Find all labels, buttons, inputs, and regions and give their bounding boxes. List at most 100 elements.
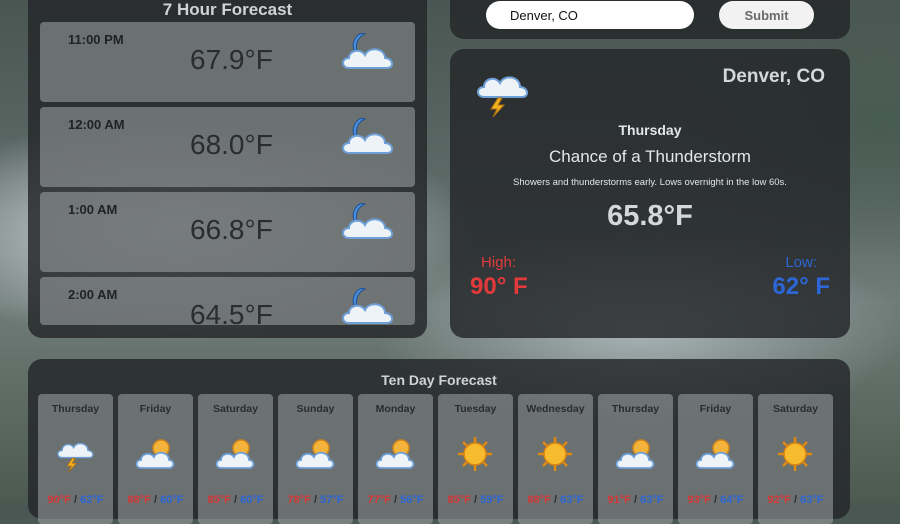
high-value: 90° F [470, 273, 528, 300]
hourly-card: 12:00 AM 68.0°F [40, 107, 415, 187]
day-temps: 77°F / 56°F [358, 494, 433, 506]
day-high: 88°F [527, 494, 551, 506]
partly-cloudy-icon [135, 436, 175, 472]
day-low: 60°F [160, 494, 184, 506]
temp-separator: / [633, 494, 638, 506]
hour-time: 12:00 AM [68, 117, 125, 132]
day-card: Sunday 78°F / 57°F [278, 394, 353, 524]
hour-time: 11:00 PM [68, 32, 124, 47]
current-day: Thursday [618, 122, 682, 138]
day-high: 92°F [767, 494, 791, 506]
partly-cloudy-icon [295, 436, 335, 472]
day-high: 77°F [367, 494, 391, 506]
day-name: Thursday [611, 403, 660, 415]
day-name: Sunday [296, 403, 335, 415]
low-label: Low: [785, 254, 817, 271]
day-temps: 93°F / 64°F [678, 494, 753, 506]
thunderstorm-icon [474, 67, 530, 117]
ten-day-forecast-panel: Ten Day Forecast Thursday 90°F / 62°F Fr… [28, 359, 850, 524]
sun-icon [775, 436, 815, 472]
current-city: Denver, CO [722, 66, 825, 87]
day-temps: 78°F / 57°F [278, 494, 353, 506]
day-name: Thursday [51, 403, 100, 415]
current-temperature: 65.8°F [607, 200, 693, 232]
temp-separator: / [473, 494, 478, 506]
current-description: Showers and thunderstorms early. Lows ov… [513, 177, 787, 188]
day-low: 62°F [80, 494, 104, 506]
day-name: Saturday [773, 403, 818, 415]
temp-separator: / [233, 494, 238, 506]
temp-separator: / [313, 494, 318, 506]
moon-cloud-icon [337, 115, 397, 161]
temp-separator: / [713, 494, 718, 506]
day-high: 85°F [207, 494, 231, 506]
current-condition: Chance of a Thunderstorm [549, 147, 751, 166]
hour-time: 2:00 AM [68, 287, 118, 302]
hourly-forecast-panel: 7 Hour Forecast 11:00 PM 67.9°F 12:00 AM… [28, 0, 427, 338]
day-low: 63°F [800, 494, 824, 506]
sun-icon [535, 436, 575, 472]
hourly-card: 1:00 AM 66.8°F [40, 192, 415, 272]
day-card: Wednesday 88°F / 63°F [518, 394, 593, 524]
hour-temp: 66.8°F [190, 214, 273, 245]
hour-time: 1:00 AM [68, 202, 118, 217]
temp-separator: / [73, 494, 78, 506]
day-name: Friday [139, 403, 172, 415]
hourly-forecast-title: 7 Hour Forecast [162, 0, 293, 19]
day-card: Friday 88°F / 60°F [118, 394, 193, 524]
day-card: Saturday 85°F / 60°F [198, 394, 273, 524]
current-weather-panel: Denver, CO Thursday Chance of a Thunders… [450, 49, 850, 338]
city-search-input[interactable] [486, 1, 694, 29]
day-temps: 92°F / 63°F [758, 494, 833, 506]
day-name: Tuesday [454, 403, 497, 415]
day-low: 57°F [320, 494, 344, 506]
day-high: 85°F [447, 494, 471, 506]
day-temps: 88°F / 63°F [518, 494, 593, 506]
temp-separator: / [553, 494, 558, 506]
temp-separator: / [153, 494, 158, 506]
day-card: Friday 93°F / 64°F [678, 394, 753, 524]
partly-cloudy-icon [215, 436, 255, 472]
day-temps: 91°F / 63°F [598, 494, 673, 506]
high-label: High: [481, 254, 517, 271]
day-card: Tuesday 85°F / 59°F [438, 394, 513, 524]
moon-cloud-icon [337, 200, 397, 246]
day-low: 59°F [480, 494, 504, 506]
day-low: 63°F [640, 494, 664, 506]
hour-temp: 67.9°F [190, 44, 273, 75]
day-card: Thursday 90°F / 62°F [38, 394, 113, 524]
day-high: 78°F [287, 494, 311, 506]
low-value: 62° F [772, 273, 830, 300]
temp-separator: / [393, 494, 398, 506]
day-high: 88°F [127, 494, 151, 506]
partly-cloudy-icon [375, 436, 415, 472]
day-low: 56°F [400, 494, 424, 506]
day-temps: 90°F / 62°F [38, 494, 113, 506]
day-high: 90°F [47, 494, 71, 506]
hour-temp: 68.0°F [190, 129, 273, 160]
partly-cloudy-icon [695, 436, 735, 472]
day-card: Saturday 92°F / 63°F [758, 394, 833, 524]
ten-day-forecast-title: Ten Day Forecast [381, 372, 497, 388]
partly-cloudy-icon [615, 436, 655, 472]
day-card: Thursday 91°F / 63°F [598, 394, 673, 524]
hourly-card: 2:00 AM 64.5°F [40, 277, 415, 325]
hour-temp: 64.5°F [190, 299, 273, 325]
day-high: 91°F [607, 494, 631, 506]
day-name: Saturday [213, 403, 258, 415]
day-name: Friday [699, 403, 732, 415]
moon-cloud-icon [337, 30, 397, 76]
day-temps: 88°F / 60°F [118, 494, 193, 506]
sun-icon [455, 436, 495, 472]
hourly-card: 11:00 PM 67.9°F [40, 22, 415, 102]
day-card: Monday 77°F / 56°F [358, 394, 433, 524]
day-high: 93°F [687, 494, 711, 506]
day-low: 60°F [240, 494, 264, 506]
day-temps: 85°F / 60°F [198, 494, 273, 506]
day-low: 64°F [720, 494, 744, 506]
day-name: Wednesday [526, 403, 585, 415]
thunderstorm-icon [55, 436, 95, 472]
submit-button[interactable]: Submit [719, 1, 814, 29]
temp-separator: / [793, 494, 798, 506]
day-low: 63°F [560, 494, 584, 506]
